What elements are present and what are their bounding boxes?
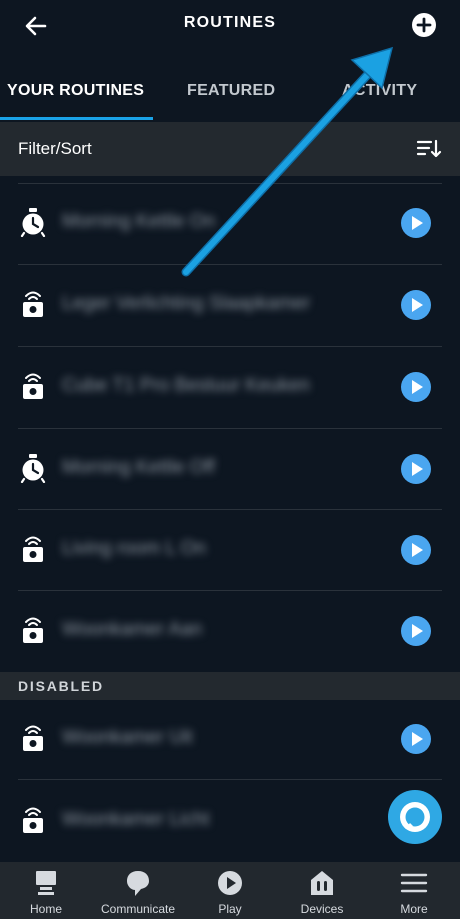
routine-row[interactable]: Living room L On: [0, 510, 460, 590]
routine-row[interactable]: Leger Verlichting Slaapkamer: [0, 265, 460, 345]
smart-home-icon: [23, 725, 43, 751]
divider: [18, 779, 442, 780]
smart-home-icon: [23, 536, 43, 562]
tab-bar: YOUR ROUTINES FEATURED ACTIVITY: [0, 72, 460, 122]
smart-home-icon: [23, 291, 43, 317]
active-tab-indicator: [0, 117, 153, 120]
disabled-section-label: DISABLED: [18, 678, 104, 694]
nav-communicate[interactable]: Communicate: [92, 862, 184, 919]
header: ROUTINES: [0, 0, 460, 52]
routine-name: Morning Kettle Off: [62, 457, 215, 478]
tab-your-routines[interactable]: YOUR ROUTINES: [7, 82, 144, 100]
sort-icon[interactable]: [416, 137, 442, 161]
devices-icon: [311, 871, 333, 895]
play-icon: [218, 871, 242, 895]
routine-name: Living room L On: [62, 538, 206, 559]
home-icon: [36, 871, 56, 895]
tab-featured[interactable]: FEATURED: [187, 82, 275, 100]
alexa-button[interactable]: [388, 790, 442, 844]
disabled-routine-row[interactable]: Woonkamer Uit: [0, 699, 460, 779]
nav-devices[interactable]: Devices: [276, 862, 368, 919]
filter-sort-label: Filter/Sort: [18, 139, 92, 158]
nav-label: Communicate: [100, 902, 176, 916]
nav-home[interactable]: Home: [0, 862, 92, 919]
nav-play[interactable]: Play: [184, 862, 276, 919]
tab-activity[interactable]: ACTIVITY: [342, 82, 417, 100]
run-routine-button[interactable]: [401, 372, 431, 402]
routine-name: Woonkamer Licht: [62, 809, 210, 830]
run-routine-button[interactable]: [401, 290, 431, 320]
routine-name: Morning Kettle On: [62, 211, 216, 232]
add-routine-button[interactable]: [410, 11, 438, 39]
routine-row[interactable]: Morning Kettle Off: [0, 429, 460, 509]
routine-name: Leger Verlichting Slaapkamer: [62, 293, 311, 314]
bottom-nav: Home Communicate Play Devices More: [0, 862, 460, 919]
disabled-section-header: DISABLED: [0, 672, 460, 700]
routine-name: Cube T1 Pro Bestuur Keuken: [62, 375, 310, 396]
alarm-clock-icon: [20, 208, 46, 237]
run-routine-button[interactable]: [401, 454, 431, 484]
filter-sort-bar[interactable]: Filter/Sort: [0, 122, 460, 176]
run-routine-button[interactable]: [401, 724, 431, 754]
routine-row[interactable]: Cube T1 Pro Bestuur Keuken: [0, 347, 460, 427]
nav-label: Devices: [300, 902, 344, 916]
nav-label: Play: [218, 902, 242, 916]
run-routine-button[interactable]: [401, 535, 431, 565]
nav-label: Home: [29, 902, 62, 916]
smart-home-icon: [23, 807, 43, 833]
chat-bubble-icon: [127, 871, 149, 896]
alarm-clock-icon: [20, 454, 46, 483]
run-routine-button[interactable]: [401, 208, 431, 238]
routine-name: Woonkamer Uit: [62, 727, 193, 748]
page-title: ROUTINES: [183, 14, 277, 31]
nav-label: More: [400, 902, 428, 916]
routine-row[interactable]: Woonkamer Aan: [0, 591, 460, 671]
routines-screen: ROUTINES YOUR ROUTINES FEATURED ACTIVITY…: [0, 0, 460, 919]
routine-name: Woonkamer Aan: [62, 619, 203, 640]
menu-icon: [400, 873, 428, 893]
smart-home-icon: [23, 373, 43, 399]
run-routine-button[interactable]: [401, 616, 431, 646]
alexa-icon: [400, 802, 430, 832]
smart-home-icon: [23, 617, 43, 643]
routine-row[interactable]: Morning Kettle On: [0, 183, 460, 263]
nav-more[interactable]: More: [368, 862, 460, 919]
